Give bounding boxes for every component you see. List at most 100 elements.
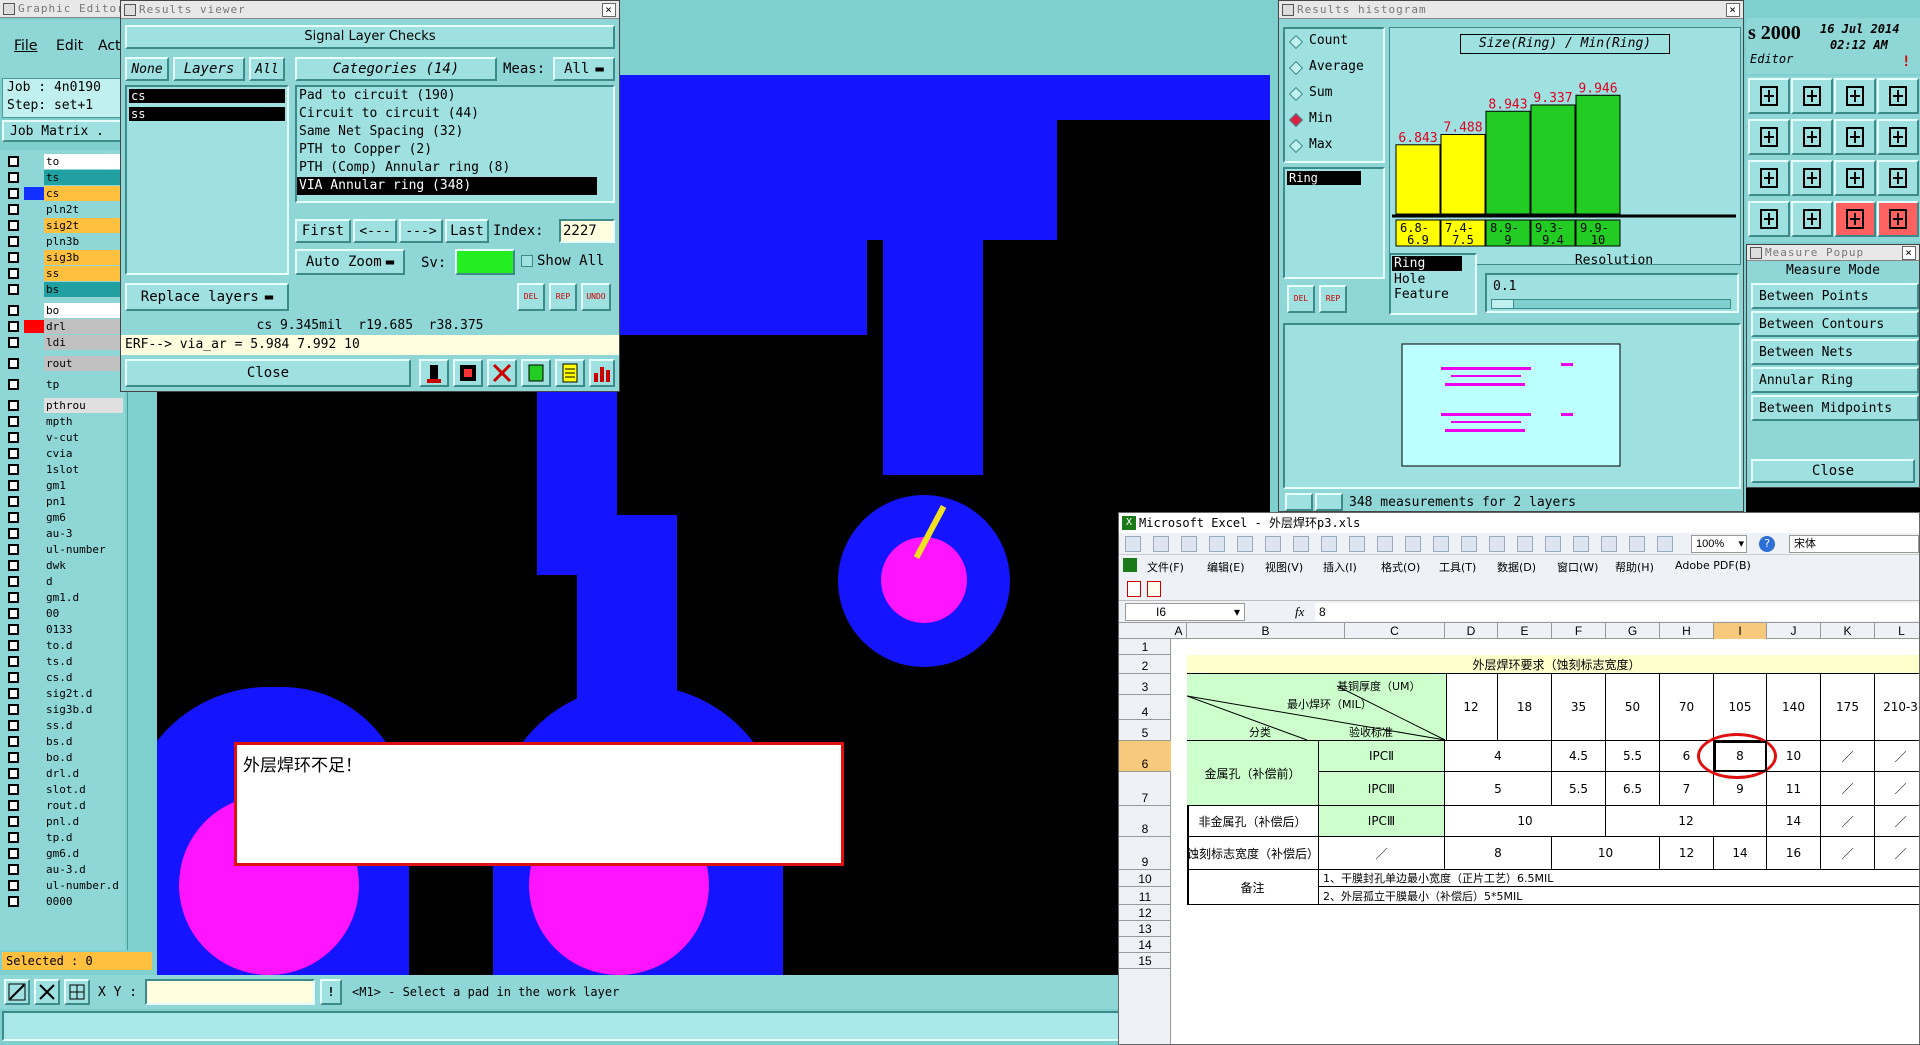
- layer-color-swatch[interactable]: [24, 357, 44, 370]
- value-cell[interactable]: 16: [1767, 837, 1821, 870]
- layer-color-swatch[interactable]: [24, 267, 44, 280]
- close-icon[interactable]: ×: [1726, 3, 1740, 17]
- standard-cell[interactable]: IPCⅢ: [1319, 772, 1445, 806]
- autosum-icon[interactable]: [1545, 536, 1561, 552]
- layer-select-list[interactable]: cs ss: [125, 85, 289, 275]
- layer-color-swatch[interactable]: [24, 575, 44, 588]
- value-cell[interactable]: 4: [1445, 741, 1552, 772]
- layer-row[interactable]: sig2t: [5, 218, 123, 233]
- value-cell[interactable]: 10: [1552, 837, 1660, 870]
- layer-color-swatch[interactable]: [24, 511, 44, 524]
- layer-color-swatch[interactable]: [24, 735, 44, 748]
- layer-checkbox[interactable]: [8, 464, 19, 475]
- new-icon[interactable]: [1125, 536, 1141, 552]
- layer-row[interactable]: 00: [5, 606, 123, 621]
- thickness-header[interactable]: 70: [1660, 674, 1714, 741]
- standard-cell[interactable]: IPCⅡ: [1319, 741, 1445, 772]
- layer-row[interactable]: ts: [5, 170, 123, 185]
- thickness-header[interactable]: 175: [1821, 674, 1875, 741]
- film-icon[interactable]: [453, 359, 483, 387]
- layer-color-swatch[interactable]: [24, 687, 44, 700]
- probe-icon[interactable]: [1791, 201, 1833, 237]
- replace-layers-dropdown[interactable]: Replace layers ▬: [125, 283, 289, 311]
- histogram-bar[interactable]: [1575, 94, 1621, 215]
- layer-row[interactable]: gm1: [5, 478, 123, 493]
- mode-radio[interactable]: Count: [1288, 33, 1381, 53]
- table-title[interactable]: 外层焊环要求（蚀刻标志宽度）: [1187, 655, 1919, 674]
- layer-row[interactable]: cs: [5, 186, 123, 201]
- layer-color-swatch[interactable]: [24, 751, 44, 764]
- spelling-icon[interactable]: [1293, 536, 1309, 552]
- category-item[interactable]: PTH (Comp) Annular ring (8): [297, 159, 613, 177]
- layer-checkbox[interactable]: [8, 379, 19, 390]
- layer-row[interactable]: cs.d: [5, 670, 123, 685]
- value-cell[interactable]: ／: [1821, 837, 1875, 870]
- pdf-icon[interactable]: [1127, 581, 1141, 597]
- research-icon[interactable]: [1321, 536, 1337, 552]
- layer-color-swatch[interactable]: [24, 863, 44, 876]
- category-cell[interactable]: 金属孔（补偿前）: [1187, 741, 1319, 806]
- layer-row[interactable]: bs.d: [5, 734, 123, 749]
- font-select[interactable]: 宋体: [1789, 535, 1919, 553]
- note-label[interactable]: 备注: [1187, 870, 1319, 905]
- layer-color-swatch[interactable]: [24, 815, 44, 828]
- layer-checkbox[interactable]: [8, 220, 19, 231]
- layer-color-swatch[interactable]: [24, 336, 44, 349]
- histogram-bar[interactable]: [1530, 104, 1576, 215]
- copy-icon[interactable]: [1377, 536, 1393, 552]
- selected-cell-i6[interactable]: [1714, 741, 1767, 772]
- layer-row[interactable]: bo: [5, 303, 123, 318]
- step-down-icon[interactable]: [1791, 78, 1833, 114]
- hyperlink-icon[interactable]: [1517, 536, 1533, 552]
- layer-checkbox[interactable]: [8, 252, 19, 263]
- save-icon[interactable]: [1181, 536, 1197, 552]
- layer-checkbox[interactable]: [8, 416, 19, 427]
- measure-type-list[interactable]: Ring Hole Feature: [1389, 253, 1477, 315]
- open-icon[interactable]: [1153, 536, 1169, 552]
- note-line[interactable]: 2、外层孤立干膜最小（补偿后）5*5MIL: [1319, 887, 1919, 905]
- layer-color-swatch[interactable]: [24, 703, 44, 716]
- layer-color-swatch[interactable]: [24, 171, 44, 184]
- layer-checkbox[interactable]: [8, 204, 19, 215]
- option-feature[interactable]: Feature: [1391, 287, 1475, 302]
- layer-row[interactable]: sig3b.d: [5, 702, 123, 717]
- value-cell[interactable]: ／: [1821, 772, 1875, 806]
- layer-color-swatch[interactable]: [24, 431, 44, 444]
- layer-checkbox[interactable]: [8, 512, 19, 523]
- layer-row[interactable]: rout.d: [5, 798, 123, 813]
- layer-checkbox[interactable]: [8, 480, 19, 491]
- layer-checkbox[interactable]: [8, 784, 19, 795]
- layer-row[interactable]: dwk: [5, 558, 123, 573]
- report-icon[interactable]: [555, 359, 585, 387]
- category-item[interactable]: Pad to circuit (190): [297, 87, 613, 105]
- excel-menu-item[interactable]: 格式(O): [1381, 559, 1420, 575]
- excel-menu-item[interactable]: Adobe PDF(B): [1675, 559, 1751, 572]
- layer-color-swatch[interactable]: [24, 187, 44, 200]
- layer-row[interactable]: ldi: [5, 335, 123, 350]
- layer-color-swatch[interactable]: [24, 879, 44, 892]
- layer-row[interactable]: tp: [5, 377, 123, 392]
- excel-menu-item[interactable]: 插入(I): [1323, 559, 1357, 575]
- layer-checkbox[interactable]: [8, 848, 19, 859]
- category-list[interactable]: Pad to circuit (190) Circuit to circuit (…: [295, 85, 615, 203]
- layer-row[interactable]: drl: [5, 319, 123, 334]
- layer-row[interactable]: drl.d: [5, 766, 123, 781]
- layer-item[interactable]: ss: [129, 107, 285, 121]
- layer-checkbox[interactable]: [8, 321, 19, 332]
- layer-checkbox[interactable]: [8, 544, 19, 555]
- value-cell[interactable]: 5.5: [1552, 772, 1606, 806]
- pdf-mail-icon[interactable]: [1147, 581, 1161, 597]
- value-cell[interactable]: 12: [1606, 806, 1767, 837]
- category-item[interactable]: PTH to Copper (2): [297, 141, 613, 159]
- layer-color-swatch[interactable]: [24, 607, 44, 620]
- option-hole[interactable]: Hole: [1391, 272, 1475, 287]
- job-matrix-button[interactable]: Job Matrix .: [2, 120, 125, 142]
- histogram-bar[interactable]: [1485, 110, 1531, 215]
- print-icon[interactable]: [1237, 536, 1253, 552]
- tool-select-icon[interactable]: [4, 979, 30, 1005]
- rep-icon[interactable]: REP: [549, 283, 577, 311]
- layer-checkbox[interactable]: [8, 624, 19, 635]
- value-cell[interactable]: ／: [1875, 741, 1919, 772]
- layer-row[interactable]: ss: [5, 266, 123, 281]
- thickness-header[interactable]: 18: [1498, 674, 1552, 741]
